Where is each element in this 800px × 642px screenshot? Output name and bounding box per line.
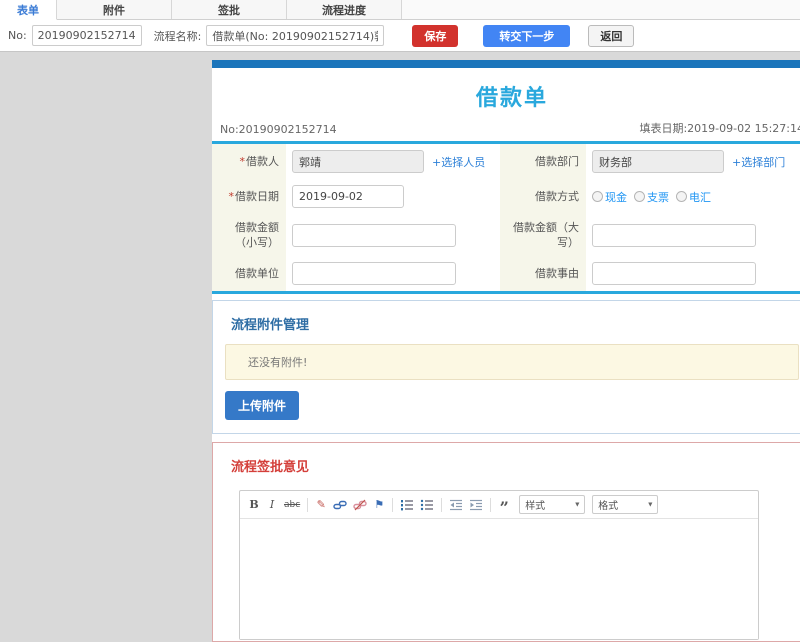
borrow-unit-input[interactable] xyxy=(292,262,456,285)
borrow-method-cell: 现金 支票 电汇 xyxy=(586,179,800,214)
tab-approval[interactable]: 签批 xyxy=(172,0,287,19)
required-mark: * xyxy=(228,190,235,203)
required-mark: * xyxy=(239,155,246,168)
strikethrough-icon[interactable]: abc xyxy=(282,497,302,513)
amount-big-label: 借款金额（大写） xyxy=(500,214,586,256)
form-no-text: No:20190902152714 xyxy=(220,123,337,136)
amount-small-input[interactable] xyxy=(292,223,456,247)
form-title: 借款单 xyxy=(475,86,548,111)
attachments-heading: 流程附件管理 xyxy=(231,318,310,333)
form-meta-row: No:20190902152714 填表日期:2019-09-02 15:27:… xyxy=(212,116,800,141)
link-icon[interactable] xyxy=(331,497,349,513)
amount-small-label: 借款金额（小写） xyxy=(212,214,286,256)
form-bottom-divider xyxy=(212,291,800,294)
chevron-down-icon: ▼ xyxy=(574,501,579,508)
blockquote-icon[interactable]: ” xyxy=(496,497,512,516)
bold-icon[interactable]: B xyxy=(246,497,262,513)
save-button[interactable]: 保存 xyxy=(412,24,459,47)
no-input[interactable] xyxy=(31,25,142,46)
loan-form-panel: 借款单 No:20190902152714 填表日期:2019-09-02 15… xyxy=(212,60,800,294)
forward-next-step-button[interactable]: 转交下一步 xyxy=(483,24,571,47)
borrower-cell: +选择人员 xyxy=(286,144,500,179)
content-area: 借款单 No:20190902152714 填表日期:2019-09-02 15… xyxy=(212,60,800,642)
cash-radio[interactable] xyxy=(592,191,603,202)
flow-name-input[interactable] xyxy=(206,25,385,46)
form-date-text: 填表日期:2019-09-02 15:27:14 xyxy=(639,122,800,135)
rich-text-editor: B I abc ✎ ⚑ ” 样式 ▼ 格式 ▼ xyxy=(239,490,759,640)
toolbar: No: 流程名称: 保存 转交下一步 返回 xyxy=(0,20,800,52)
format-dropdown[interactable]: 格式 ▼ xyxy=(592,495,659,514)
flow-name-label: 流程名称: xyxy=(153,29,202,43)
borrow-date-label: *借款日期 xyxy=(212,179,286,214)
format-painter-icon[interactable]: ✎ xyxy=(313,497,329,513)
radio-cash[interactable]: 现金 xyxy=(592,189,627,205)
toolbar-separator xyxy=(392,497,394,512)
department-input[interactable] xyxy=(592,150,724,173)
tab-attachments[interactable]: 附件 xyxy=(57,0,172,19)
style-dropdown[interactable]: 样式 ▼ xyxy=(519,495,586,514)
attachments-panel: 流程附件管理 还没有附件! 上传附件 xyxy=(212,300,800,434)
no-attachments-alert: 还没有附件! xyxy=(225,344,799,380)
borrow-reason-input[interactable] xyxy=(592,262,756,285)
borrow-reason-cell xyxy=(586,256,800,291)
tab-bar: 表单 附件 签批 流程进度 xyxy=(0,0,800,20)
amount-small-cell xyxy=(286,214,500,256)
select-person-link[interactable]: +选择人员 xyxy=(432,154,485,170)
borrow-method-label: 借款方式 xyxy=(500,179,586,214)
borrow-unit-label: 借款单位 xyxy=(212,256,286,291)
borrower-label: *借款人 xyxy=(212,144,286,179)
unlink-icon[interactable] xyxy=(351,497,369,513)
amount-big-input[interactable] xyxy=(592,223,756,247)
wire-radio[interactable] xyxy=(676,191,687,202)
toolbar-separator xyxy=(490,497,492,512)
outdent-icon[interactable] xyxy=(447,497,465,513)
radio-wire[interactable]: 电汇 xyxy=(676,189,711,205)
select-department-link[interactable]: +选择部门 xyxy=(732,154,785,170)
indent-icon[interactable] xyxy=(467,497,485,513)
bulleted-list-icon[interactable] xyxy=(418,497,436,513)
department-cell: +选择部门 xyxy=(586,144,800,179)
borrow-date-input[interactable] xyxy=(292,185,404,208)
amount-big-cell xyxy=(586,214,800,256)
toolbar-separator xyxy=(441,497,443,512)
upload-attachment-button[interactable]: 上传附件 xyxy=(225,391,300,420)
tab-flow-progress[interactable]: 流程进度 xyxy=(287,0,402,19)
editor-toolbar: B I abc ✎ ⚑ ” 样式 ▼ 格式 ▼ xyxy=(240,491,758,519)
radio-check[interactable]: 支票 xyxy=(634,189,669,205)
department-label: 借款部门 xyxy=(500,144,586,179)
borrow-unit-cell xyxy=(286,256,500,291)
editor-content-area[interactable] xyxy=(240,519,758,639)
anchor-flag-icon[interactable]: ⚑ xyxy=(371,497,387,513)
chevron-down-icon: ▼ xyxy=(647,501,652,508)
form-grid: *借款人 +选择人员 借款部门 +选择部门 *借款日期 借款方式 xyxy=(212,144,800,291)
borrow-reason-label: 借款事由 xyxy=(500,256,586,291)
form-header-bar xyxy=(212,60,800,68)
tab-form[interactable]: 表单 xyxy=(0,0,57,20)
borrow-date-cell xyxy=(286,179,500,214)
no-label: No: xyxy=(8,29,27,42)
approval-panel: 流程签批意见 B I abc ✎ ⚑ ” 样式 ▼ 格式 ▼ xyxy=(212,442,800,642)
borrow-method-radio-group: 现金 支票 电汇 xyxy=(592,189,711,205)
toolbar-separator xyxy=(307,497,309,512)
back-button[interactable]: 返回 xyxy=(588,24,635,47)
numbered-list-icon[interactable] xyxy=(398,497,416,513)
check-radio[interactable] xyxy=(634,191,645,202)
borrower-input[interactable] xyxy=(292,150,424,173)
approval-heading: 流程签批意见 xyxy=(231,460,310,475)
italic-icon[interactable]: I xyxy=(264,497,280,513)
